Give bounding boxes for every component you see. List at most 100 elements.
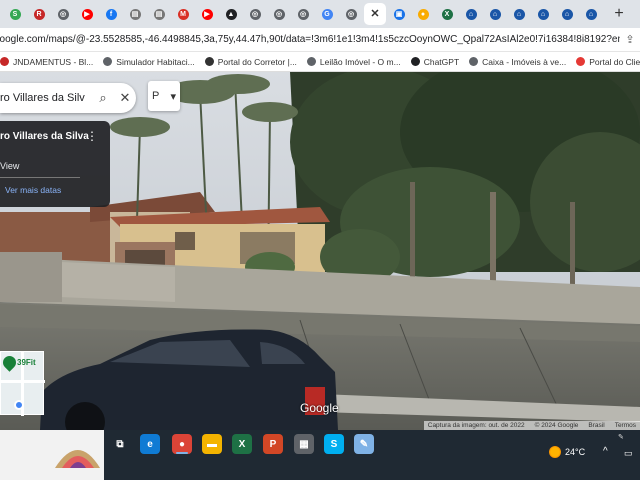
chrome-icon[interactable]: ●	[172, 434, 192, 454]
current-position-icon	[14, 400, 24, 410]
chevron-down-icon[interactable]: ▾	[170, 90, 176, 103]
bookmark-item[interactable]: ChatGPT	[410, 57, 459, 67]
new-tab-button[interactable]: +	[610, 5, 628, 23]
divider	[0, 177, 80, 178]
tab-facebook[interactable]: f	[100, 3, 122, 25]
favicon-icon: ⌂	[465, 8, 477, 20]
skype-icon[interactable]: S	[324, 434, 344, 454]
region[interactable]: Brasil	[588, 422, 604, 429]
tab-youtube[interactable]: ▶	[76, 3, 98, 25]
tab-home-2[interactable]: ⌂	[484, 3, 506, 25]
bookmark-item[interactable]: Simulador Habitaci...	[103, 57, 195, 67]
tab-home-5[interactable]: ⌂	[556, 3, 578, 25]
minimap-label: 39Fit	[17, 358, 36, 367]
favicon-icon: G	[321, 8, 333, 20]
bookmark-item[interactable]: Caixa - Imóveis à ve...	[469, 57, 566, 67]
tab-dark[interactable]: ▲	[220, 3, 242, 25]
favicon-icon: ▶	[201, 8, 213, 20]
taskview-icon[interactable]: ⧉	[110, 434, 130, 454]
notepad-icon[interactable]: ✎	[354, 434, 374, 454]
tab-home-6[interactable]: ⌂	[580, 3, 602, 25]
excel-icon[interactable]: X	[232, 434, 252, 454]
favicon-icon: ⌂	[513, 8, 525, 20]
bookmark-favicon-icon	[576, 57, 586, 66]
terms-link[interactable]: Termos	[615, 422, 636, 429]
chevron-up-icon[interactable]: ^	[603, 446, 608, 457]
tab-home-3[interactable]: ⌂	[508, 3, 530, 25]
place-title: ro Villares da Silva	[0, 131, 89, 142]
bookmark-label: Portal do Corretor |...	[217, 56, 297, 67]
address-bar[interactable]: google.com/maps/@-23.5528585,-46.4498845…	[0, 28, 640, 52]
url-text[interactable]: google.com/maps/@-23.5528585,-46.4498845…	[0, 34, 620, 45]
favicon-icon: ⌂	[561, 8, 573, 20]
more-options-icon[interactable]: ⋮	[86, 129, 98, 143]
bookmark-item[interactable]: JNDAMENTUS - Bl...	[0, 57, 93, 67]
tab-globe-2[interactable]: ◎	[244, 3, 266, 25]
powerpoint-icon[interactable]: P	[263, 434, 283, 454]
favicon-icon: f	[105, 8, 117, 20]
place-info-card: ro Villares da Silva ⋮ View Ver mais dat…	[0, 121, 110, 207]
calculator-icon[interactable]: ▦	[294, 434, 314, 454]
sun-icon	[549, 446, 561, 458]
tab-blue[interactable]: ▣	[388, 3, 410, 25]
file-explorer-icon[interactable]: ▬	[202, 434, 222, 454]
tab-yellow[interactable]: ●	[412, 3, 434, 25]
favicon-icon: ◎	[345, 8, 357, 20]
pegman-button[interactable]: P ▾	[148, 81, 180, 111]
copyright: © 2024 Google	[534, 422, 579, 429]
favicon-icon: ▤	[153, 8, 165, 20]
bookmark-label: JNDAMENTUS - Bl...	[13, 56, 94, 67]
favicon-icon: ⌂	[537, 8, 549, 20]
favicon-icon: X	[441, 8, 453, 20]
location-pin-icon	[0, 353, 19, 372]
favicon-icon: R	[33, 8, 45, 20]
thumbnail-icon	[55, 450, 100, 468]
bookmark-label: Leilão Imóvel - O m...	[319, 56, 401, 67]
bookmark-item[interactable]: Leilão Imóvel - O m...	[306, 56, 401, 67]
close-icon[interactable]: ✕	[114, 90, 136, 106]
favicon-icon: ◎	[273, 8, 285, 20]
attribution-bar: Captura da imagem: out. de 2022 © 2024 G…	[423, 421, 640, 430]
google-watermark: Google	[300, 401, 339, 415]
tab-globe-5[interactable]: ◎	[340, 3, 362, 25]
bookmark-item[interactable]: Portal do Corretor |...	[204, 56, 297, 67]
tab-google-sheets[interactable]: S	[4, 3, 26, 25]
tab-globe[interactable]: ◎	[52, 3, 74, 25]
tab-globe-4[interactable]: ◎	[292, 3, 314, 25]
tab-re[interactable]: R	[28, 3, 50, 25]
bookmark-item[interactable]: Portal do Cliente	[576, 57, 640, 67]
window-thumbnail[interactable]	[0, 430, 104, 480]
favicon-icon: ⌂	[489, 8, 501, 20]
maps-search-box[interactable]: ro Villares da Silv ⌕ ✕	[0, 83, 136, 113]
bookmark-favicon-icon	[103, 57, 113, 66]
edge-icon[interactable]: e	[140, 434, 160, 454]
share-icon[interactable]: ⇪	[620, 33, 640, 46]
tab-maps-active[interactable]: ✕	[364, 3, 386, 25]
pen-icon[interactable]: ✎	[618, 433, 624, 441]
tab-youtube-2[interactable]: ▶	[196, 3, 218, 25]
search-icon[interactable]: ⌕	[92, 90, 114, 106]
tab-home[interactable]: ⌂	[460, 3, 482, 25]
active-app-indicator	[176, 452, 188, 454]
favicon-icon: ●	[417, 8, 429, 20]
temperature: 24°C	[565, 447, 586, 457]
tab-doc-2[interactable]: ▤	[148, 3, 170, 25]
search-input[interactable]: ro Villares da Silv	[0, 92, 92, 104]
tab-google[interactable]: G	[316, 3, 338, 25]
bookmark-favicon-icon	[204, 57, 214, 66]
network-icon[interactable]: ▭	[624, 448, 633, 459]
more-dates-link[interactable]: Ver mais datas	[5, 185, 61, 195]
tab-gmail[interactable]: M	[172, 3, 194, 25]
tab-excel[interactable]: X	[436, 3, 458, 25]
favicon-icon: S	[9, 8, 21, 20]
tab-globe-3[interactable]: ◎	[268, 3, 290, 25]
bookmark-favicon-icon	[410, 57, 420, 66]
favicon-icon: ◎	[249, 8, 261, 20]
weather-widget[interactable]: 24°C	[549, 446, 585, 458]
tab-doc[interactable]: ▤	[124, 3, 146, 25]
tab-home-4[interactable]: ⌂	[532, 3, 554, 25]
mini-map[interactable]: 39Fit	[0, 351, 45, 416]
tab-strip: S R ◎ ▶ f ▤ ▤ M ▶ ▲ ◎ ◎ ◎ G ◎ ✕ ▣ ● X ⌂ ⌂ ⌂ ⌂ ⌂ ⌂ +	[0, 0, 640, 28]
close-tab-icon[interactable]: ✕	[370, 8, 381, 20]
favicon-icon: ◎	[57, 8, 69, 20]
